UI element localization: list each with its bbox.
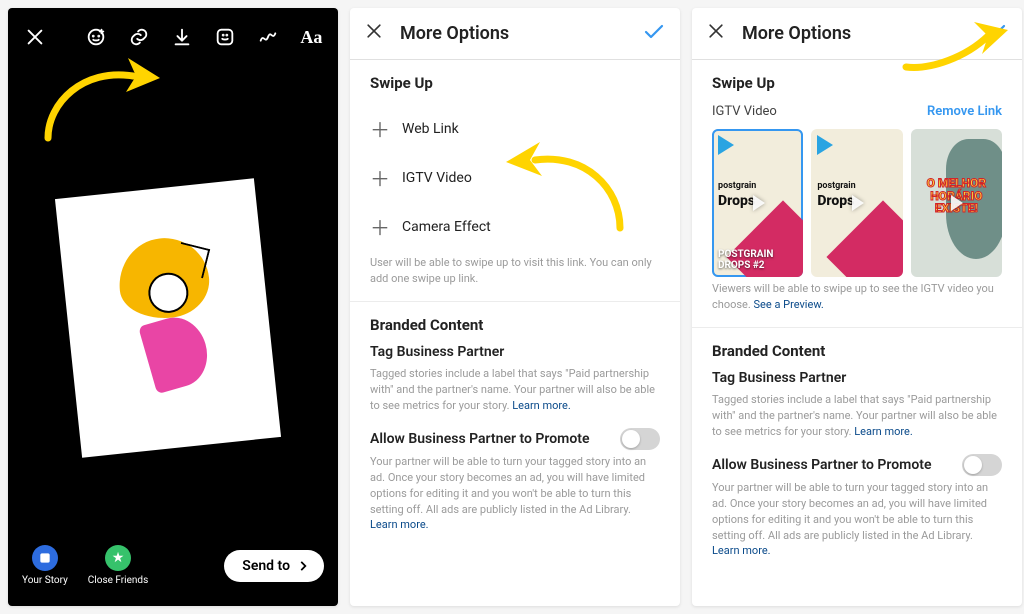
divider [692,327,1022,328]
allow-promote-label: Allow Business Partner to Promote [370,431,590,447]
see-preview-link[interactable]: See a Preview. [754,298,824,311]
close-friends-button[interactable]: ★ Close Friends [88,545,148,586]
more-options-screen-2: More Options Swipe Up IGTV Video Remove … [692,8,1022,606]
branded-content-label: Branded Content [712,342,1002,360]
option-camera-effect[interactable]: ＋ Camera Effect [370,202,660,251]
tag-partner-row[interactable]: Tag Business Partner [712,370,1002,386]
tag-partner-hint: Tagged stories include a label that says… [712,392,1002,440]
divider [350,301,680,302]
story-editor-screen: Aa Your Story ★ Close Friends Send to [8,8,338,606]
allow-promote-hint: Your partner will be able to turn your t… [370,454,660,534]
send-to-label: Send to [242,558,290,574]
star-icon: ★ [105,545,131,571]
swipe-up-label: Swipe Up [370,74,660,92]
learn-more-link[interactable]: Learn more. [854,425,913,438]
option-label: Camera Effect [402,219,491,235]
face-plus-icon[interactable] [83,24,108,50]
page-title: More Options [742,23,851,44]
plus-icon: ＋ [370,212,388,241]
text-icon[interactable]: Aa [299,24,324,50]
plus-icon: ＋ [370,114,388,143]
igtv-thumb-2[interactable]: postgrain Drops [811,129,902,277]
allow-promote-row: Allow Business Partner to Promote [370,428,660,450]
learn-more-link[interactable]: Learn more. [512,399,571,412]
close-icon[interactable] [364,21,384,46]
your-story-button[interactable]: Your Story [22,545,68,586]
swipe-up-hint: User will be able to swipe up to visit t… [370,255,660,287]
your-story-label: Your Story [22,575,68,586]
doodle-icon[interactable] [256,24,281,50]
learn-more-link[interactable]: Learn more. [712,544,771,557]
option-label: Web Link [402,121,459,137]
allow-promote-row: Allow Business Partner to Promote [712,454,1002,476]
allow-promote-toggle[interactable] [962,454,1002,476]
play-icon [753,195,765,211]
close-icon[interactable] [706,21,726,46]
option-label: IGTV Video [402,170,472,186]
page-title: More Options [400,23,509,44]
allow-promote-toggle[interactable] [620,428,660,450]
story-toolbar: Aa [8,8,338,58]
play-icon [852,195,864,211]
swipe-up-label: Swipe Up [712,74,1002,92]
story-image[interactable] [55,178,281,457]
close-icon[interactable] [22,24,47,50]
send-to-button[interactable]: Send to [224,550,324,582]
more-options-header: More Options [692,8,1022,60]
confirm-check-icon[interactable] [984,20,1008,48]
remove-link-button[interactable]: Remove Link [927,104,1002,119]
tag-partner-row[interactable]: Tag Business Partner [370,344,660,360]
igtv-thumb-row: postgrain Drops POSTGRAIN DROPS #2 postg… [712,129,1002,277]
branded-content-label: Branded Content [370,316,660,334]
tag-partner-hint: Tagged stories include a label that says… [370,366,660,414]
plus-icon: ＋ [370,163,388,192]
download-icon[interactable] [169,24,194,50]
sticker-icon[interactable] [213,24,238,50]
more-options-body: Swipe Up ＋ Web Link ＋ IGTV Video ＋ Camer… [350,60,680,606]
more-options-header: More Options [350,8,680,60]
option-web-link[interactable]: ＋ Web Link [370,104,660,153]
play-icon [951,195,963,211]
igtv-hint: Viewers will be able to swipe up to see … [712,281,1002,313]
your-story-icon [32,545,58,571]
close-friends-label: Close Friends [88,575,148,586]
allow-promote-label: Allow Business Partner to Promote [712,457,932,473]
confirm-check-icon[interactable] [642,20,666,48]
igtv-thumb-1[interactable]: postgrain Drops POSTGRAIN DROPS #2 [712,129,803,277]
igtv-header-row: IGTV Video Remove Link [712,104,1002,119]
illustration [83,211,253,426]
link-icon[interactable] [126,24,151,50]
thumb-caption: POSTGRAIN DROPS #2 [718,249,797,271]
allow-promote-hint: Your partner will be able to turn your t… [712,480,1002,560]
igtv-sublabel: IGTV Video [712,104,777,119]
more-options-screen-1: More Options Swipe Up ＋ Web Link ＋ IGTV … [350,8,680,606]
igtv-thumb-3[interactable]: O MELHOR HORÁRIO EXISTE! [911,129,1002,277]
option-igtv-video[interactable]: ＋ IGTV Video [370,153,660,202]
story-bottom-bar: Your Story ★ Close Friends Send to [8,531,338,606]
story-canvas[interactable] [8,58,338,531]
more-options-body: Swipe Up IGTV Video Remove Link postgrai… [692,60,1022,606]
learn-more-link[interactable]: Learn more. [370,518,429,531]
